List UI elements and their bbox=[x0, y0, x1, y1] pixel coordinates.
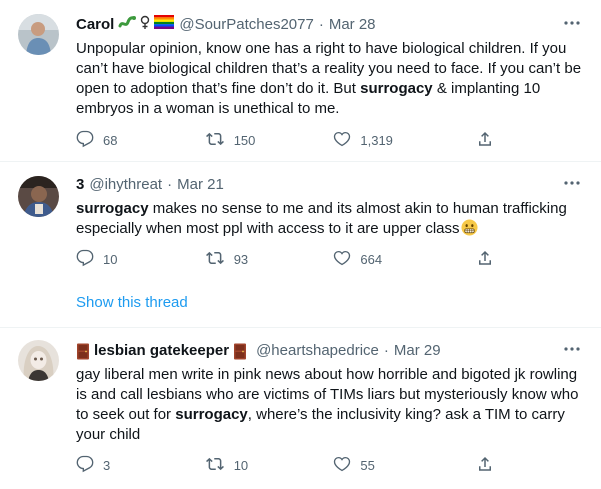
reply-icon bbox=[76, 130, 94, 151]
display-name[interactable]: 3 bbox=[76, 175, 84, 195]
grimacing-face-emoji bbox=[460, 219, 478, 242]
more-options-icon[interactable] bbox=[561, 175, 583, 191]
retweet-icon bbox=[205, 249, 225, 270]
tweet-text: surrogacy makes no sense to me and its a… bbox=[76, 199, 583, 242]
snake-emoji bbox=[118, 14, 137, 36]
door-emoji bbox=[233, 343, 247, 360]
handle[interactable]: @ihythreat bbox=[89, 175, 162, 195]
retweet-count: 10 bbox=[233, 457, 249, 473]
tweet-feed: Carol @SourPatches2077 · Mar 28 Unpopula… bbox=[0, 0, 601, 489]
avatar[interactable] bbox=[18, 176, 59, 217]
avatar[interactable] bbox=[18, 14, 59, 55]
tweet-actions: 10 93 664 bbox=[76, 249, 506, 269]
share-icon bbox=[476, 455, 494, 476]
share-button[interactable] bbox=[476, 130, 506, 150]
retweet-count: 93 bbox=[233, 251, 249, 267]
tweet-text: gay liberal men write in pink news about… bbox=[76, 365, 583, 445]
share-button[interactable] bbox=[476, 455, 506, 475]
like-count: 1,319 bbox=[360, 132, 393, 148]
gender-symbols-emoji bbox=[138, 14, 152, 36]
tweet[interactable]: Carol @SourPatches2077 · Mar 28 Unpopula… bbox=[0, 0, 601, 162]
reply-button[interactable]: 10 bbox=[76, 249, 205, 269]
reply-button[interactable]: 3 bbox=[76, 455, 205, 475]
reply-button[interactable]: 68 bbox=[76, 130, 205, 150]
name-decorations bbox=[118, 14, 175, 36]
handle[interactable]: @heartshapedrice bbox=[256, 341, 379, 361]
share-button[interactable] bbox=[476, 249, 506, 269]
highlighted-keyword: surrogacy bbox=[175, 406, 248, 423]
separator-dot: · bbox=[318, 16, 324, 33]
retweet-count: 150 bbox=[233, 132, 256, 148]
more-options-icon[interactable] bbox=[561, 15, 583, 31]
share-icon bbox=[476, 249, 494, 270]
highlighted-keyword: surrogacy bbox=[360, 80, 433, 97]
more-options-icon[interactable] bbox=[561, 341, 583, 357]
like-button[interactable]: 55 bbox=[333, 455, 462, 475]
tweet-actions: 3 10 55 bbox=[76, 455, 506, 475]
highlighted-keyword: surrogacy bbox=[76, 200, 149, 217]
rainbow-flag-emoji bbox=[154, 15, 175, 35]
show-thread-link[interactable]: Show this thread bbox=[76, 294, 188, 311]
tweet-header: lesbian gatekeeper @heartshapedrice · Ma… bbox=[76, 339, 583, 363]
reply-count: 10 bbox=[103, 251, 118, 267]
door-emoji bbox=[76, 343, 90, 360]
text-segment: makes no sense to me and its almost akin… bbox=[76, 200, 567, 237]
like-button[interactable]: 1,319 bbox=[333, 130, 462, 150]
tweet-text: Unpopular opinion, know one has a right … bbox=[76, 39, 583, 119]
separator-dot: · bbox=[383, 342, 389, 359]
reply-count: 68 bbox=[103, 132, 118, 148]
retweet-button[interactable]: 10 bbox=[205, 455, 334, 475]
display-name[interactable]: lesbian gatekeeper bbox=[94, 341, 229, 361]
display-name[interactable]: Carol bbox=[76, 15, 114, 35]
handle[interactable]: @SourPatches2077 bbox=[179, 15, 313, 35]
separator-dot: · bbox=[167, 176, 173, 193]
timestamp[interactable]: Mar 28 bbox=[329, 15, 376, 35]
retweet-button[interactable]: 150 bbox=[205, 130, 334, 150]
reply-icon bbox=[76, 455, 94, 476]
retweet-button[interactable]: 93 bbox=[205, 249, 334, 269]
tweet[interactable]: lesbian gatekeeper @heartshapedrice · Ma… bbox=[0, 328, 601, 489]
heart-icon bbox=[333, 455, 351, 476]
tweet-header: 3 @ihythreat · Mar 21 bbox=[76, 173, 583, 197]
reply-count: 3 bbox=[103, 457, 111, 473]
tweet-actions: 68 150 1,319 bbox=[76, 130, 506, 150]
tweet-header: Carol @SourPatches2077 · Mar 28 bbox=[76, 13, 583, 37]
retweet-icon bbox=[205, 455, 225, 476]
heart-icon bbox=[333, 249, 351, 270]
timestamp[interactable]: Mar 29 bbox=[394, 341, 441, 361]
reply-icon bbox=[76, 249, 94, 270]
avatar[interactable] bbox=[18, 340, 59, 381]
retweet-icon bbox=[205, 130, 225, 151]
timestamp[interactable]: Mar 21 bbox=[177, 175, 224, 195]
like-count: 664 bbox=[360, 251, 383, 267]
tweet[interactable]: 3 @ihythreat · Mar 21 surrogacy makes no… bbox=[0, 163, 601, 328]
like-count: 55 bbox=[360, 457, 375, 473]
like-button[interactable]: 664 bbox=[333, 249, 462, 269]
share-icon bbox=[476, 130, 494, 151]
heart-icon bbox=[333, 130, 351, 151]
